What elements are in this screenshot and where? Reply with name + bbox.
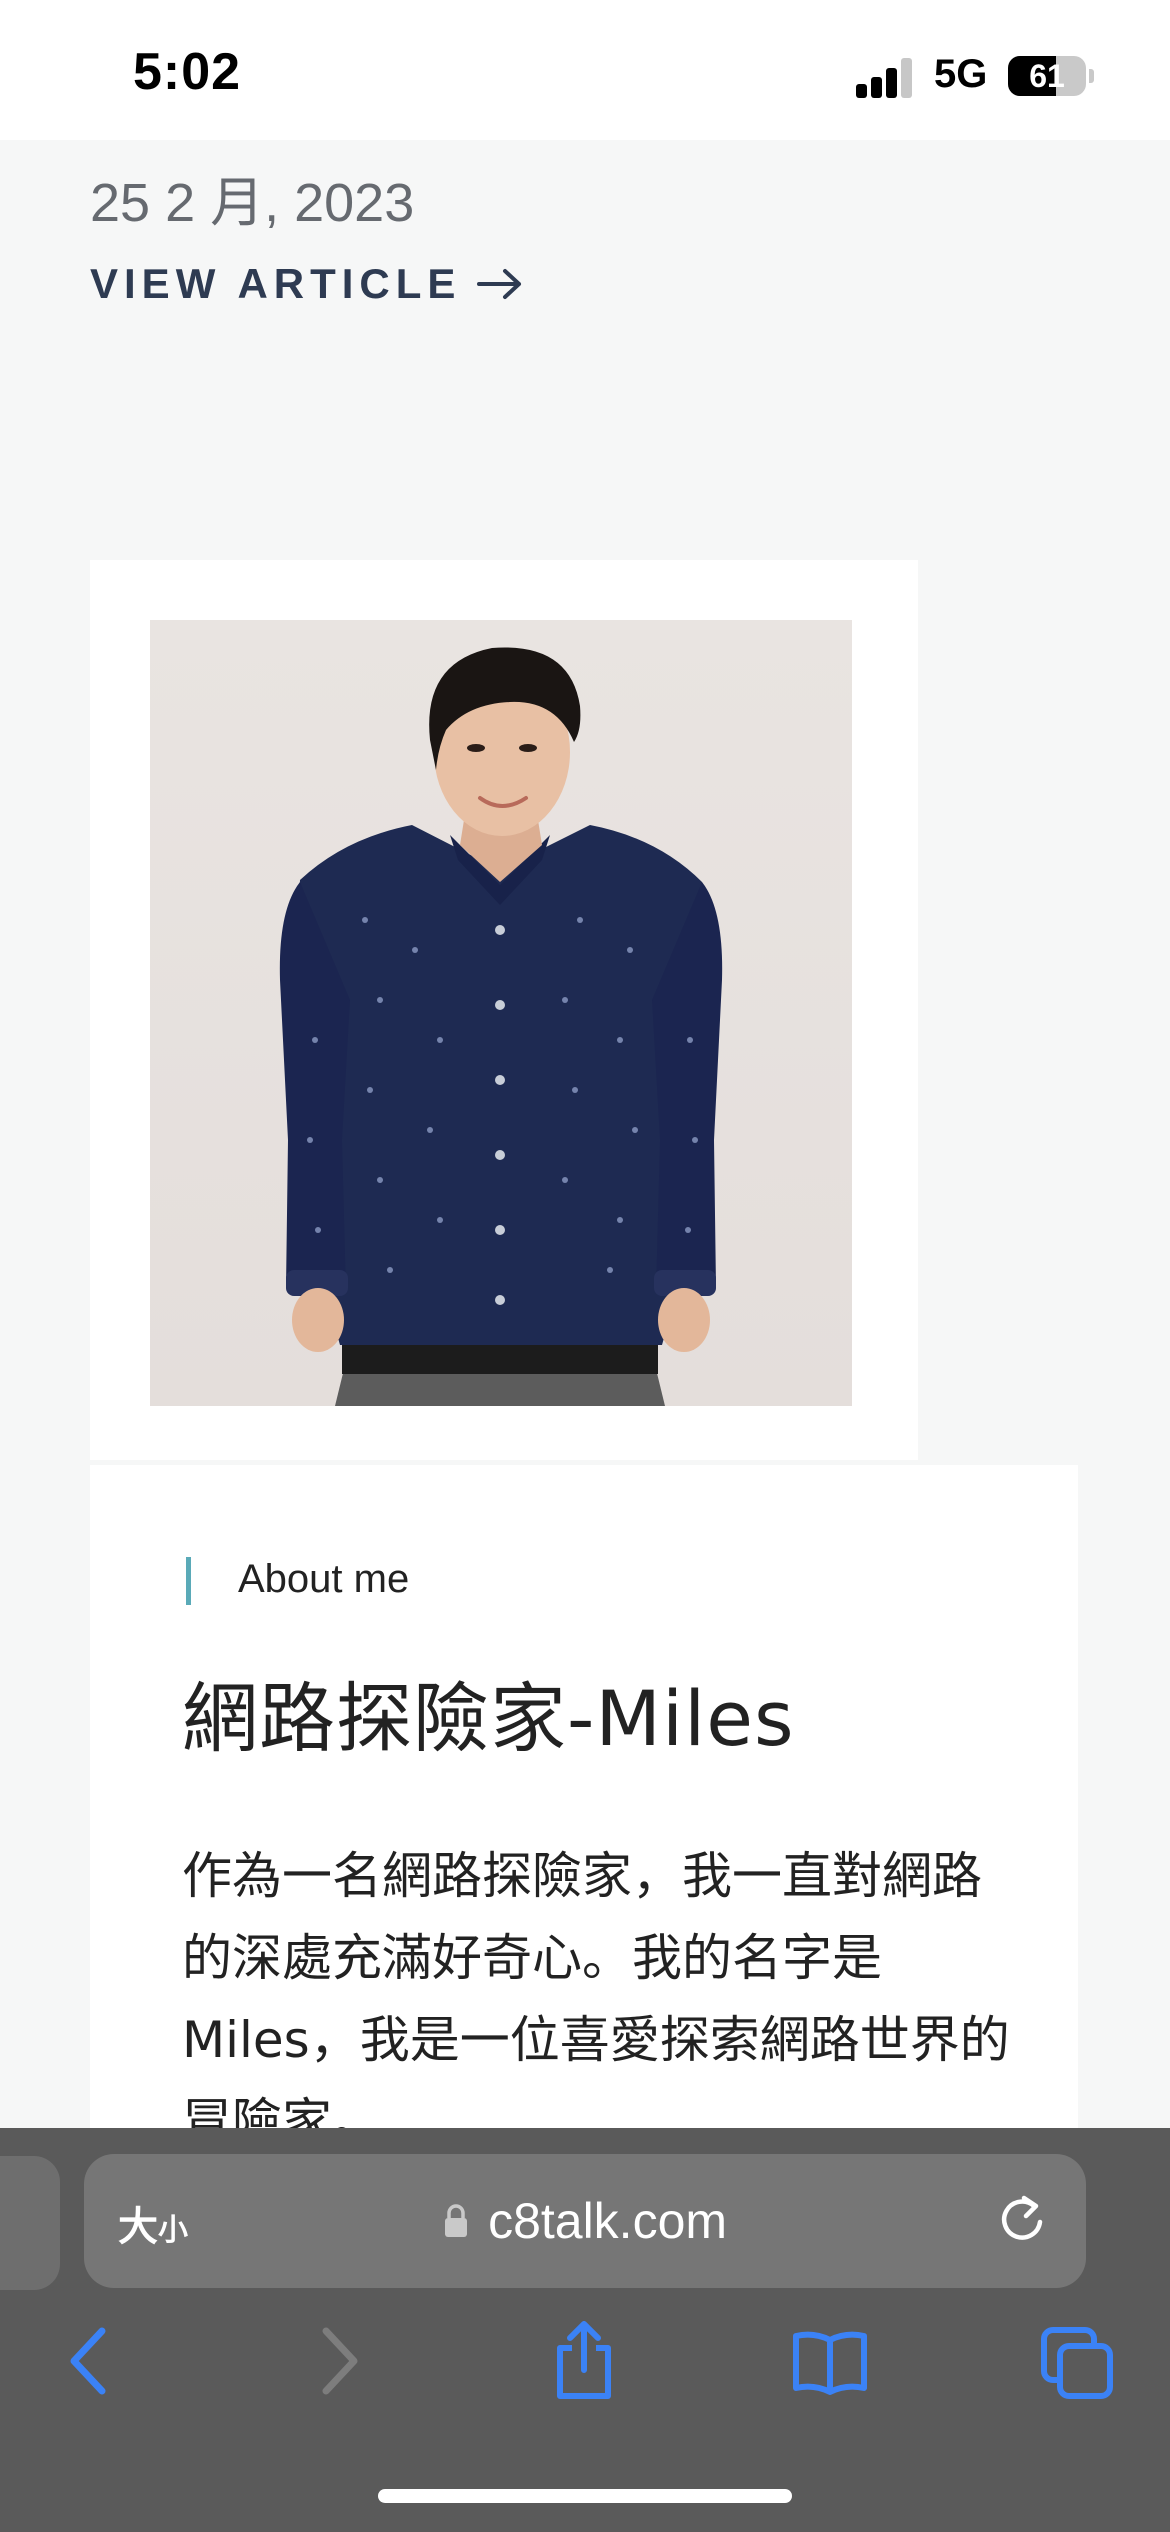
url-text[interactable]: c8talk.com <box>488 2193 727 2249</box>
reload-icon[interactable] <box>994 2192 1050 2248</box>
browser-toolbar: 大小 c8talk.com <box>0 2128 1170 2532</box>
accent-bar <box>186 1557 191 1605</box>
view-article-link[interactable]: VIEW ARTICLE <box>90 260 523 308</box>
tabs-icon[interactable] <box>1040 2326 1116 2400</box>
about-me-card: About me 網路探險家-Miles 作為一名網路探險家，我一直對網路的深處… <box>90 1465 1078 2151</box>
view-article-label: VIEW ARTICLE <box>90 260 462 307</box>
battery-level: 61 <box>1029 58 1065 94</box>
network-type: 5G <box>934 52 988 96</box>
home-indicator <box>378 2489 792 2503</box>
profile-photo-card <box>90 560 918 1460</box>
share-icon[interactable] <box>548 2318 620 2402</box>
status-bar: 5:02 5G 61 <box>0 0 1170 140</box>
lock-icon <box>444 2204 467 2237</box>
arrow-right-icon <box>477 269 522 299</box>
profile-photo <box>150 620 852 1406</box>
bookmarks-icon[interactable] <box>790 2328 870 2396</box>
forward-icon[interactable] <box>312 2323 368 2399</box>
back-icon[interactable] <box>60 2323 116 2399</box>
post-date: 25 2 月, 2023 <box>90 173 415 233</box>
address-bar[interactable]: 大小 c8talk.com <box>84 2154 1086 2288</box>
battery-nub <box>1089 69 1094 83</box>
author-name: 網路探險家-Miles <box>182 1674 795 1763</box>
author-bio: 作為一名網路探險家，我一直對網路的深處充滿好奇心。我的名字是Miles，我是一位… <box>182 1847 1010 2151</box>
previous-tab-preview[interactable] <box>0 2156 60 2290</box>
cellular-signal-icon <box>856 58 916 98</box>
battery-icon: 61 <box>1008 56 1086 96</box>
section-label: About me <box>238 1557 410 1601</box>
status-time: 5:02 <box>133 43 242 101</box>
